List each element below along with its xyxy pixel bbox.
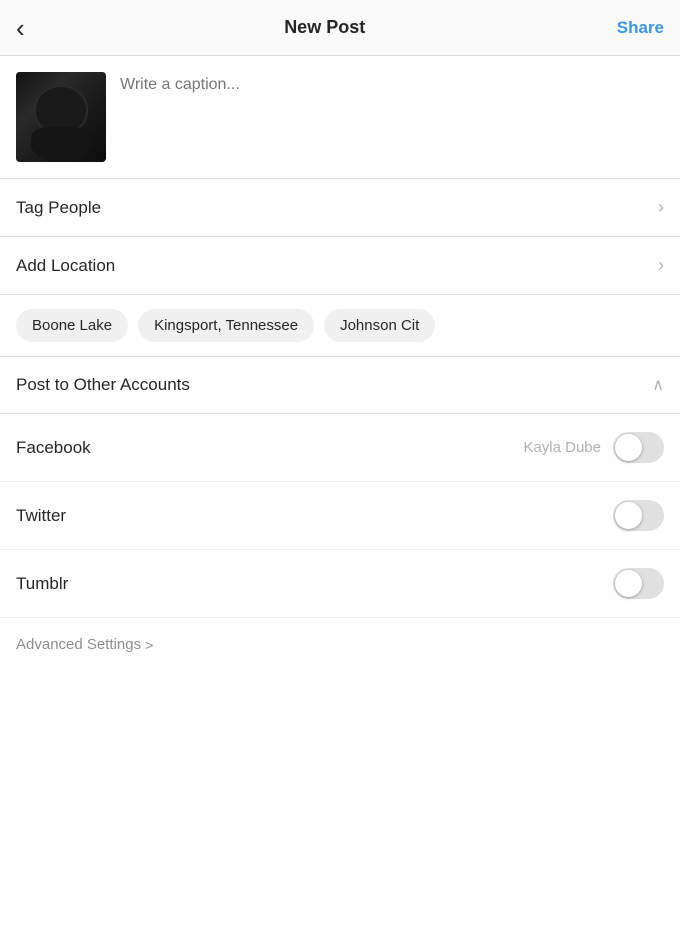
facebook-username: Kayla Dube — [523, 439, 601, 456]
location-chip-1[interactable]: Kingsport, Tennessee — [138, 309, 314, 342]
facebook-label: Facebook — [16, 438, 91, 458]
tumblr-row: Tumblr — [0, 550, 680, 618]
tumblr-label: Tumblr — [16, 574, 68, 594]
advanced-settings-label: Advanced Settings — [16, 636, 141, 653]
add-location-row[interactable]: Add Location › — [0, 237, 680, 295]
advanced-settings-chevron-icon: > — [145, 637, 153, 653]
tumblr-toggle[interactable] — [613, 568, 664, 599]
post-to-other-chevron-icon: ∧ — [652, 375, 664, 395]
tag-people-row[interactable]: Tag People › — [0, 179, 680, 237]
share-button[interactable]: Share — [617, 18, 664, 38]
caption-section — [0, 56, 680, 179]
twitter-toggle[interactable] — [613, 500, 664, 531]
add-location-chevron-icon: › — [658, 255, 664, 276]
add-location-label: Add Location — [16, 256, 115, 276]
advanced-settings-row[interactable]: Advanced Settings > — [0, 618, 680, 671]
tumblr-right — [613, 568, 664, 599]
page-title: New Post — [284, 17, 365, 38]
facebook-right: Kayla Dube — [523, 432, 664, 463]
tag-people-chevron-icon: › — [658, 197, 664, 218]
post-to-other-accounts-section[interactable]: Post to Other Accounts ∧ — [0, 357, 680, 414]
app-header: ‹ New Post Share — [0, 0, 680, 56]
cat-image — [16, 72, 106, 162]
caption-input[interactable] — [120, 72, 664, 119]
facebook-row: Facebook Kayla Dube — [0, 414, 680, 482]
location-suggestions: Boone Lake Kingsport, Tennessee Johnson … — [0, 295, 680, 357]
twitter-row: Twitter — [0, 482, 680, 550]
post-to-other-accounts-label: Post to Other Accounts — [16, 375, 190, 395]
facebook-toggle[interactable] — [613, 432, 664, 463]
twitter-label: Twitter — [16, 506, 66, 526]
back-button[interactable]: ‹ — [16, 11, 33, 45]
location-chip-0[interactable]: Boone Lake — [16, 309, 128, 342]
post-thumbnail — [16, 72, 106, 162]
twitter-right — [613, 500, 664, 531]
location-chip-2[interactable]: Johnson Cit — [324, 309, 435, 342]
tag-people-label: Tag People — [16, 198, 101, 218]
